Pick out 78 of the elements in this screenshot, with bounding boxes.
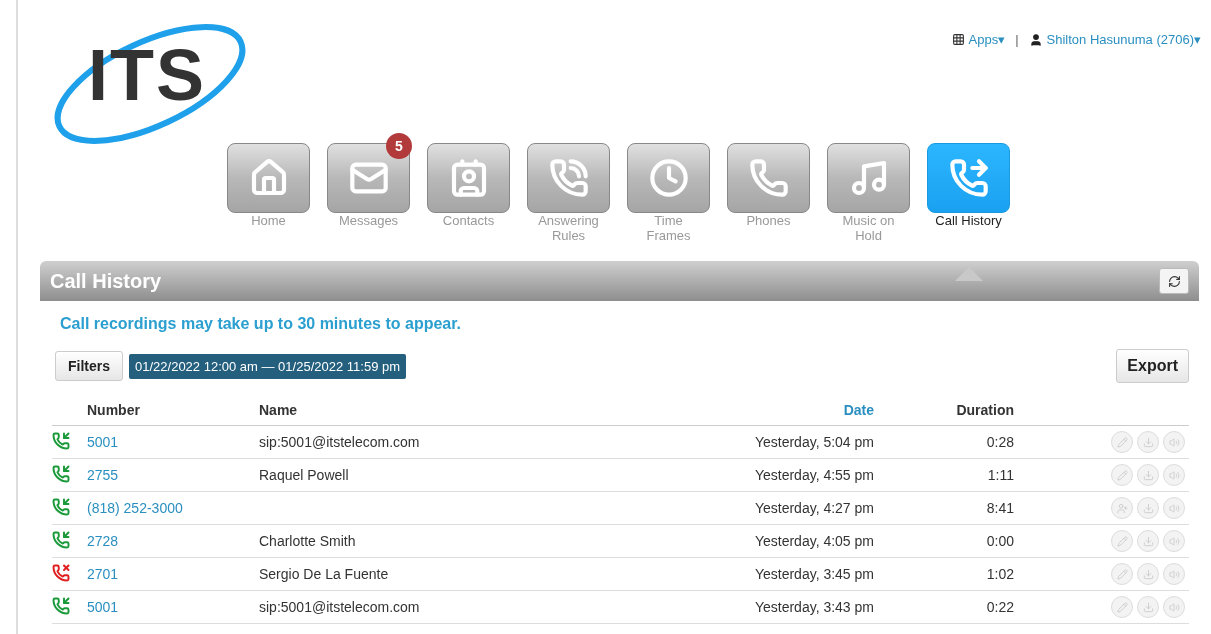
table-cell-text: Yesterday, 5:04 pm bbox=[753, 434, 874, 450]
table-cell-text: Charlotte Smith bbox=[259, 533, 357, 549]
phone-ringing-icon bbox=[548, 158, 589, 198]
speaker-icon[interactable] bbox=[1163, 431, 1185, 453]
nav-tab[interactable] bbox=[527, 143, 610, 213]
number-link[interactable]: (818) 252-3000 bbox=[87, 500, 259, 516]
table-cell-text: 8:41 bbox=[985, 500, 1014, 516]
nav-tab[interactable] bbox=[227, 143, 310, 213]
nav-label: Answering Rules bbox=[537, 213, 600, 243]
nav-tab[interactable] bbox=[827, 143, 910, 213]
nav-label: Music on Hold bbox=[841, 213, 896, 243]
download-icon[interactable] bbox=[1137, 464, 1159, 486]
speaker-icon[interactable] bbox=[1163, 563, 1185, 585]
table-cell-text: 0:22 bbox=[985, 599, 1014, 615]
refresh-button[interactable] bbox=[1159, 268, 1189, 294]
pencil-icon[interactable] bbox=[1111, 431, 1133, 453]
table-cell-text: Yesterday, 4:05 pm bbox=[753, 533, 874, 549]
number-link[interactable]: 2755 bbox=[87, 467, 259, 483]
column-header[interactable]: Duration bbox=[874, 402, 1014, 418]
table-cell-text: 0:28 bbox=[985, 434, 1014, 450]
column-header[interactable]: Name bbox=[259, 402, 609, 418]
number-link[interactable]: 2728 bbox=[87, 533, 259, 549]
phone-arrows-icon bbox=[948, 158, 989, 198]
nav-label: Time Frames bbox=[645, 213, 692, 243]
pencil-icon[interactable] bbox=[1111, 596, 1133, 618]
date-range-tag[interactable]: 01/22/2022 12:00 am — 01/25/2022 11:59 pm bbox=[129, 353, 407, 379]
download-icon[interactable] bbox=[1137, 530, 1159, 552]
separator: | bbox=[1015, 32, 1019, 47]
count-badge: 5 bbox=[386, 133, 412, 159]
grid-icon bbox=[951, 33, 965, 46]
nav-label: Messages bbox=[337, 213, 400, 228]
table-cell-text: 1:02 bbox=[985, 566, 1014, 582]
table-cell-text: Yesterday, 4:55 pm bbox=[753, 467, 874, 483]
pencil-icon[interactable] bbox=[1111, 563, 1133, 585]
phone-handset-icon bbox=[748, 158, 789, 198]
number-link[interactable]: 5001 bbox=[87, 434, 259, 450]
speaker-icon[interactable] bbox=[1163, 596, 1185, 618]
download-icon[interactable] bbox=[1137, 596, 1159, 618]
pencil-icon[interactable] bbox=[1111, 464, 1133, 486]
export-button[interactable]: Export bbox=[1116, 349, 1189, 383]
nav-tab[interactable] bbox=[727, 143, 810, 213]
speaker-icon[interactable] bbox=[1163, 464, 1185, 486]
notice-text: Call recordings may take up to 30 minutes to appear. bbox=[60, 315, 462, 333]
table-cell-text: Yesterday, 3:43 pm bbox=[753, 599, 874, 615]
table-cell-text: 1:11 bbox=[986, 467, 1014, 483]
download-icon[interactable] bbox=[1137, 497, 1159, 519]
nav-tab[interactable] bbox=[927, 143, 1010, 213]
nav-tab[interactable] bbox=[327, 143, 410, 213]
table-cell-text: Sergio De La Fuente bbox=[259, 566, 390, 582]
nav-label: Contacts bbox=[441, 213, 496, 228]
filters-button[interactable]: Filters bbox=[55, 351, 123, 381]
table-cell-text: Yesterday, 3:45 pm bbox=[753, 566, 874, 582]
table-cell-text: Raquel Powell bbox=[259, 467, 350, 483]
speaker-icon[interactable] bbox=[1163, 530, 1185, 552]
clock-icon bbox=[648, 158, 689, 198]
download-icon[interactable] bbox=[1137, 563, 1159, 585]
nav-label: Home bbox=[250, 213, 287, 228]
number-link[interactable]: 2701 bbox=[87, 566, 259, 582]
refresh-icon bbox=[1167, 274, 1181, 288]
number-link[interactable]: 5001 bbox=[87, 599, 259, 615]
speaker-icon[interactable] bbox=[1163, 497, 1185, 519]
user-menu[interactable]: Shilton Hasunuma (2706)▾ bbox=[1028, 32, 1201, 47]
apps-menu[interactable]: Apps▾ bbox=[951, 32, 1006, 47]
add-contact-icon[interactable] bbox=[1111, 497, 1133, 519]
table-cell-text: sip:5001@itstelecom.com bbox=[259, 599, 421, 615]
download-icon[interactable] bbox=[1137, 431, 1159, 453]
nav-tab[interactable] bbox=[627, 143, 710, 213]
table-cell-text: Yesterday, 4:27 pm bbox=[753, 500, 874, 516]
table-cell-text: 0:00 bbox=[985, 533, 1014, 549]
user-icon bbox=[1028, 32, 1043, 47]
nav-label: Phones bbox=[745, 213, 792, 228]
nav-tab[interactable] bbox=[427, 143, 510, 213]
pencil-icon[interactable] bbox=[1111, 530, 1133, 552]
column-header[interactable]: Number bbox=[87, 402, 259, 418]
panel-title: Call History bbox=[50, 269, 162, 293]
table-cell-text: sip:5001@itstelecom.com bbox=[259, 434, 421, 450]
nav-label: Call History bbox=[934, 213, 1003, 228]
column-header[interactable]: Date bbox=[609, 402, 874, 418]
